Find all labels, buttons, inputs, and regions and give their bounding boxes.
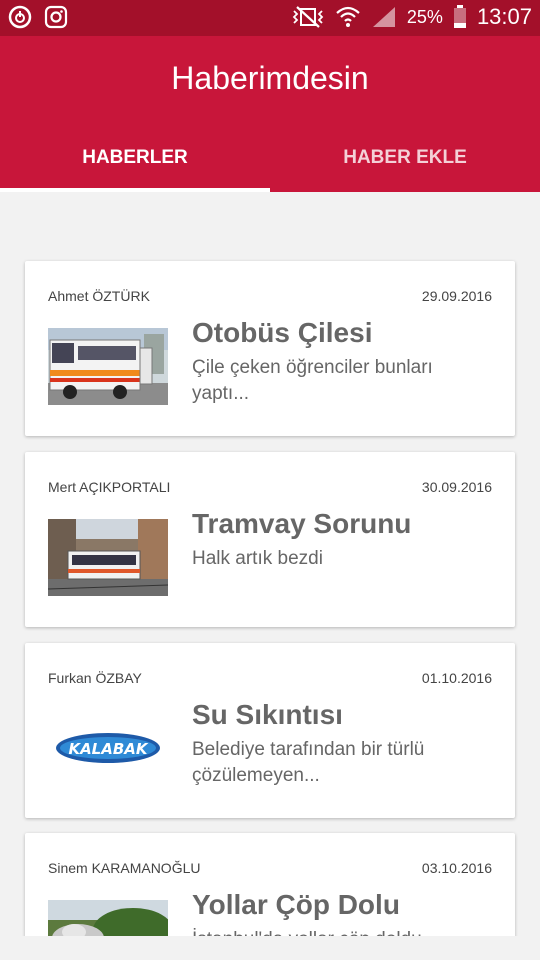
tram-photo [48, 519, 168, 596]
bus-photo [48, 328, 168, 405]
news-author: Sinem KARAMANOĞLU [48, 860, 201, 876]
bottom-strip [0, 936, 540, 960]
news-card[interactable]: Furkan ÖZBAY 01.10.2016 KALABAK Su Sıkın… [25, 643, 515, 818]
battery-icon [453, 5, 466, 28]
status-bar: 25% 13:07 [0, 0, 540, 36]
news-author: Furkan ÖZBAY [48, 670, 142, 686]
tab-haberler[interactable]: HABERLER [0, 140, 270, 192]
tab-haber-ekle[interactable]: HABER EKLE [270, 140, 540, 192]
kalabak-logo-text: KALABAK [68, 740, 148, 758]
garbage-photo [48, 900, 168, 936]
news-author: Ahmet ÖZTÜRK [48, 288, 150, 304]
tab-haberler-label: HABERLER [82, 147, 188, 168]
news-summary: Belediye tarafından bir türlü çözülemeye… [192, 739, 425, 786]
signal-icon [372, 7, 395, 27]
power-saver-icon [8, 5, 32, 29]
news-title: Otobüs Çilesi [192, 317, 373, 348]
news-card[interactable]: Ahmet ÖZTÜRK 29.09.2016 Otobüs Çilesi Çi… [25, 261, 515, 436]
news-card[interactable]: Mert AÇIKPORTALI 30.09.2016 Tramvay Soru… [25, 452, 515, 627]
instagram-icon [44, 5, 68, 29]
status-bar-left [8, 5, 68, 29]
news-title: Su Sıkıntısı [192, 699, 343, 730]
news-card[interactable]: Sinem KARAMANOĞLU 03.10.2016 Yollar Çöp … [25, 833, 515, 936]
news-summary: İstanbul'da yollar çöp doldu... [192, 927, 492, 936]
tab-haber-ekle-label: HABER EKLE [343, 147, 467, 168]
news-date: 03.10.2016 [421, 860, 492, 876]
news-date: 01.10.2016 [421, 670, 492, 686]
news-summary: Çile çeken öğrenciler bunları yaptı... [192, 357, 433, 404]
news-date: 29.09.2016 [421, 288, 492, 304]
clock: 13:07 [476, 4, 532, 29]
kalabak-logo: KALABAK [48, 710, 168, 787]
battery-percent: 25% [406, 6, 443, 27]
tab-bar: HABERLER HABER EKLE [0, 140, 540, 192]
status-bar-right: 25% 13:07 [291, 4, 532, 30]
news-date: 30.09.2016 [421, 479, 492, 495]
app-title: Haberimdesin [171, 60, 369, 96]
news-title: Tramvay Sorunu [192, 508, 412, 539]
news-list[interactable]: Ahmet ÖZTÜRK 29.09.2016 Otobüs Çilesi Çi… [0, 192, 540, 936]
vibrate-icon [292, 6, 324, 28]
news-title: Yollar Çöp Dolu [192, 889, 400, 920]
news-summary: Halk artık bezdi [192, 548, 323, 569]
wifi-icon [336, 6, 360, 27]
app-header: Haberimdesin HABERLER HABER EKLE [0, 36, 540, 192]
news-author: Mert AÇIKPORTALI [48, 479, 171, 495]
